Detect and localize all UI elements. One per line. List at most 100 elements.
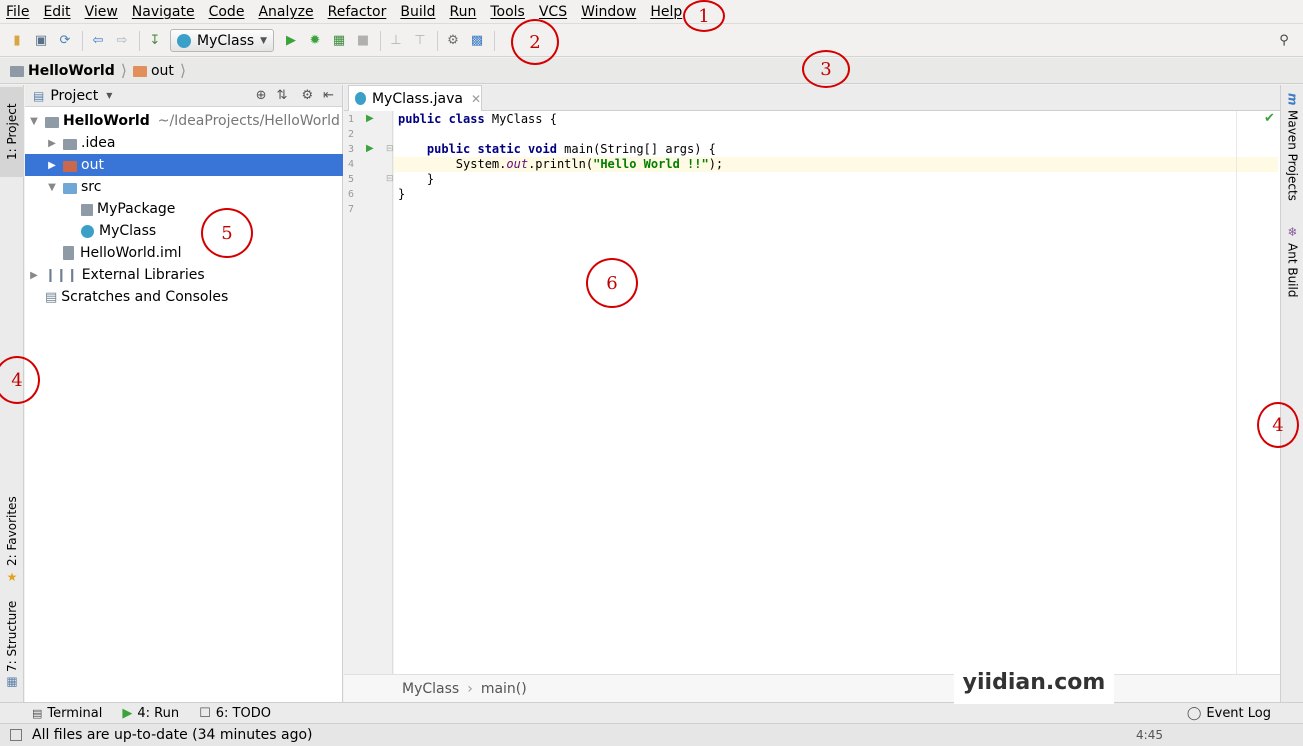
breadcrumb-method[interactable]: main() xyxy=(481,681,527,697)
tree-item-label: Scratches and Consoles xyxy=(61,289,229,305)
tree-item-external-libraries[interactable]: ▶ ❙❙❙ External Libraries xyxy=(25,264,343,286)
tab-terminal-label: Terminal xyxy=(47,705,103,721)
breadcrumb-out[interactable]: out xyxy=(151,63,174,79)
module-icon xyxy=(45,116,59,128)
project-structure-icon[interactable]: ⚙ xyxy=(442,30,464,52)
menu-build[interactable]: Build xyxy=(400,4,435,20)
stop-icon[interactable]: ■ xyxy=(352,30,374,52)
run-gutter-icon[interactable]: ▶ xyxy=(366,143,374,154)
breadcrumb-class[interactable]: MyClass xyxy=(402,681,459,697)
menu-run[interactable]: Run xyxy=(450,4,477,20)
code-editor[interactable]: public class MyClass { public static voi… xyxy=(394,111,1280,674)
chevron-down-icon[interactable]: ▼ xyxy=(106,91,112,100)
locate-icon[interactable]: ⊕ xyxy=(256,88,267,103)
menu-tools[interactable]: Tools xyxy=(490,4,525,20)
tab-event-log[interactable]: ◯ Event Log xyxy=(1187,706,1271,721)
menu-edit[interactable]: Edit xyxy=(43,4,70,20)
forward-icon[interactable]: ⇨ xyxy=(111,30,133,52)
run-config-dropdown[interactable]: MyClass ▼ xyxy=(170,29,274,52)
tree-item-label: HelloWorld xyxy=(63,113,150,129)
tab-ant-build[interactable]: ❄ Ant Build xyxy=(1281,225,1303,305)
tab-terminal[interactable]: ▤ Terminal xyxy=(32,706,102,721)
menu-refactor[interactable]: Refactor xyxy=(328,4,387,20)
class-icon xyxy=(81,224,94,238)
collapsed-arrow-icon[interactable]: ▶ xyxy=(27,270,41,281)
line-number: 5 xyxy=(348,174,355,185)
status-toggle-icon[interactable] xyxy=(10,729,22,741)
breadcrumb-project[interactable]: HelloWorld xyxy=(28,63,115,79)
tab-ant-label: Ant Build xyxy=(1285,243,1300,298)
project-folder-icon xyxy=(10,66,24,77)
expanded-arrow-icon[interactable]: ▼ xyxy=(45,182,59,193)
menu-analyze[interactable]: Analyze xyxy=(258,4,313,20)
line-number: 4 xyxy=(348,159,355,170)
watermark: yiidian.com xyxy=(954,660,1114,704)
tab-todo[interactable]: ☐ 6: TODO xyxy=(199,706,271,721)
tree-item-idea[interactable]: ▶ .idea xyxy=(25,132,343,154)
tree-item-label: External Libraries xyxy=(81,267,205,283)
run-icon[interactable]: ▶ xyxy=(280,30,302,52)
push-icon[interactable]: ⊤ xyxy=(409,30,431,52)
tree-item-iml[interactable]: HelloWorld.iml xyxy=(25,242,343,264)
fold-icon[interactable]: ⊟ xyxy=(386,144,394,154)
collapsed-arrow-icon[interactable]: ▶ xyxy=(45,160,59,171)
tree-item-out[interactable]: ▶ out xyxy=(25,154,343,176)
tree-item-helloworld[interactable]: ▼ HelloWorld ~/IdeaProjects/HelloWorld xyxy=(25,110,343,132)
debug-icon[interactable]: ✹ xyxy=(304,30,326,52)
right-tool-strip: m Maven Projects ❄ Ant Build xyxy=(1280,85,1303,702)
editor-tab-bar: MyClass.java ✕ xyxy=(344,85,1280,111)
menu-file[interactable]: File xyxy=(6,4,29,20)
terminal-icon: ▤ xyxy=(32,706,43,720)
search-icon[interactable]: ⚲ xyxy=(1273,30,1295,52)
expanded-arrow-icon[interactable]: ▼ xyxy=(27,116,41,127)
back-icon[interactable]: ⇦ xyxy=(87,30,109,52)
menu-code[interactable]: Code xyxy=(209,4,245,20)
sync-icon[interactable]: ⟳ xyxy=(54,30,76,52)
menu-help[interactable]: Help xyxy=(650,4,682,20)
coverage-icon[interactable]: ▦ xyxy=(328,30,350,52)
project-view-icon: ▤ xyxy=(33,88,45,103)
event-log-icon: ◯ xyxy=(1186,705,1202,721)
tab-favorites[interactable]: ★ 2: Favorites xyxy=(0,490,24,590)
open-folder-icon[interactable]: ▮ xyxy=(6,30,28,52)
hide-panel-icon[interactable]: ⇤ xyxy=(323,88,334,103)
tree-item-src[interactable]: ▼ src xyxy=(25,176,343,198)
fold-icon[interactable]: ⊟ xyxy=(386,174,394,184)
update-icon[interactable]: ⊥ xyxy=(385,30,407,52)
tab-maven-projects[interactable]: m Maven Projects xyxy=(1281,93,1303,203)
tab-structure[interactable]: ▦ 7: Structure xyxy=(0,595,24,695)
gear-icon[interactable]: ⚙ xyxy=(301,88,313,103)
collapse-all-icon[interactable]: ⇅ xyxy=(277,88,288,103)
run-gutter-icon[interactable]: ▶ xyxy=(366,113,374,124)
menu-navigate[interactable]: Navigate xyxy=(132,4,195,20)
tree-item-label: src xyxy=(81,179,102,195)
menu-vcs[interactable]: VCS xyxy=(539,4,567,20)
collapsed-arrow-icon[interactable]: ▶ xyxy=(45,138,59,149)
tree-item-mypackage[interactable]: MyPackage xyxy=(25,198,343,220)
tab-myclass-java[interactable]: MyClass.java ✕ xyxy=(348,85,482,111)
tab-project[interactable]: 1: Project xyxy=(0,87,24,177)
iml-file-icon xyxy=(63,246,74,260)
make-icon[interactable]: ↧ xyxy=(144,30,166,52)
project-view-selector[interactable]: Project xyxy=(50,88,98,104)
tab-label: MyClass.java xyxy=(371,90,463,107)
tab-todo-label: 6: TODO xyxy=(215,705,271,721)
tree-item-scratches[interactable]: ▤ Scratches and Consoles xyxy=(25,286,343,308)
caret-position[interactable]: 4:45 xyxy=(1136,728,1163,742)
tab-favorites-label: 2: Favorites xyxy=(5,496,19,566)
run-icon: ▶ xyxy=(122,705,133,721)
tree-item-myclass[interactable]: MyClass xyxy=(25,220,343,242)
line-number: 7 xyxy=(348,204,355,215)
close-icon[interactable]: ✕ xyxy=(471,92,481,106)
line-number: 6 xyxy=(348,189,355,200)
folder-icon xyxy=(63,138,77,150)
tab-run[interactable]: ▶ 4: Run xyxy=(122,706,179,721)
line-number: 3 xyxy=(348,144,355,155)
annotation-marker: 6 xyxy=(586,258,638,308)
menu-view[interactable]: View xyxy=(85,4,118,20)
sdk-icon[interactable]: ▩ xyxy=(466,30,488,52)
save-icon[interactable]: ▣ xyxy=(30,30,52,52)
tree-item-label: MyClass xyxy=(99,223,157,239)
menu-window[interactable]: Window xyxy=(581,4,636,20)
class-icon xyxy=(177,33,191,48)
